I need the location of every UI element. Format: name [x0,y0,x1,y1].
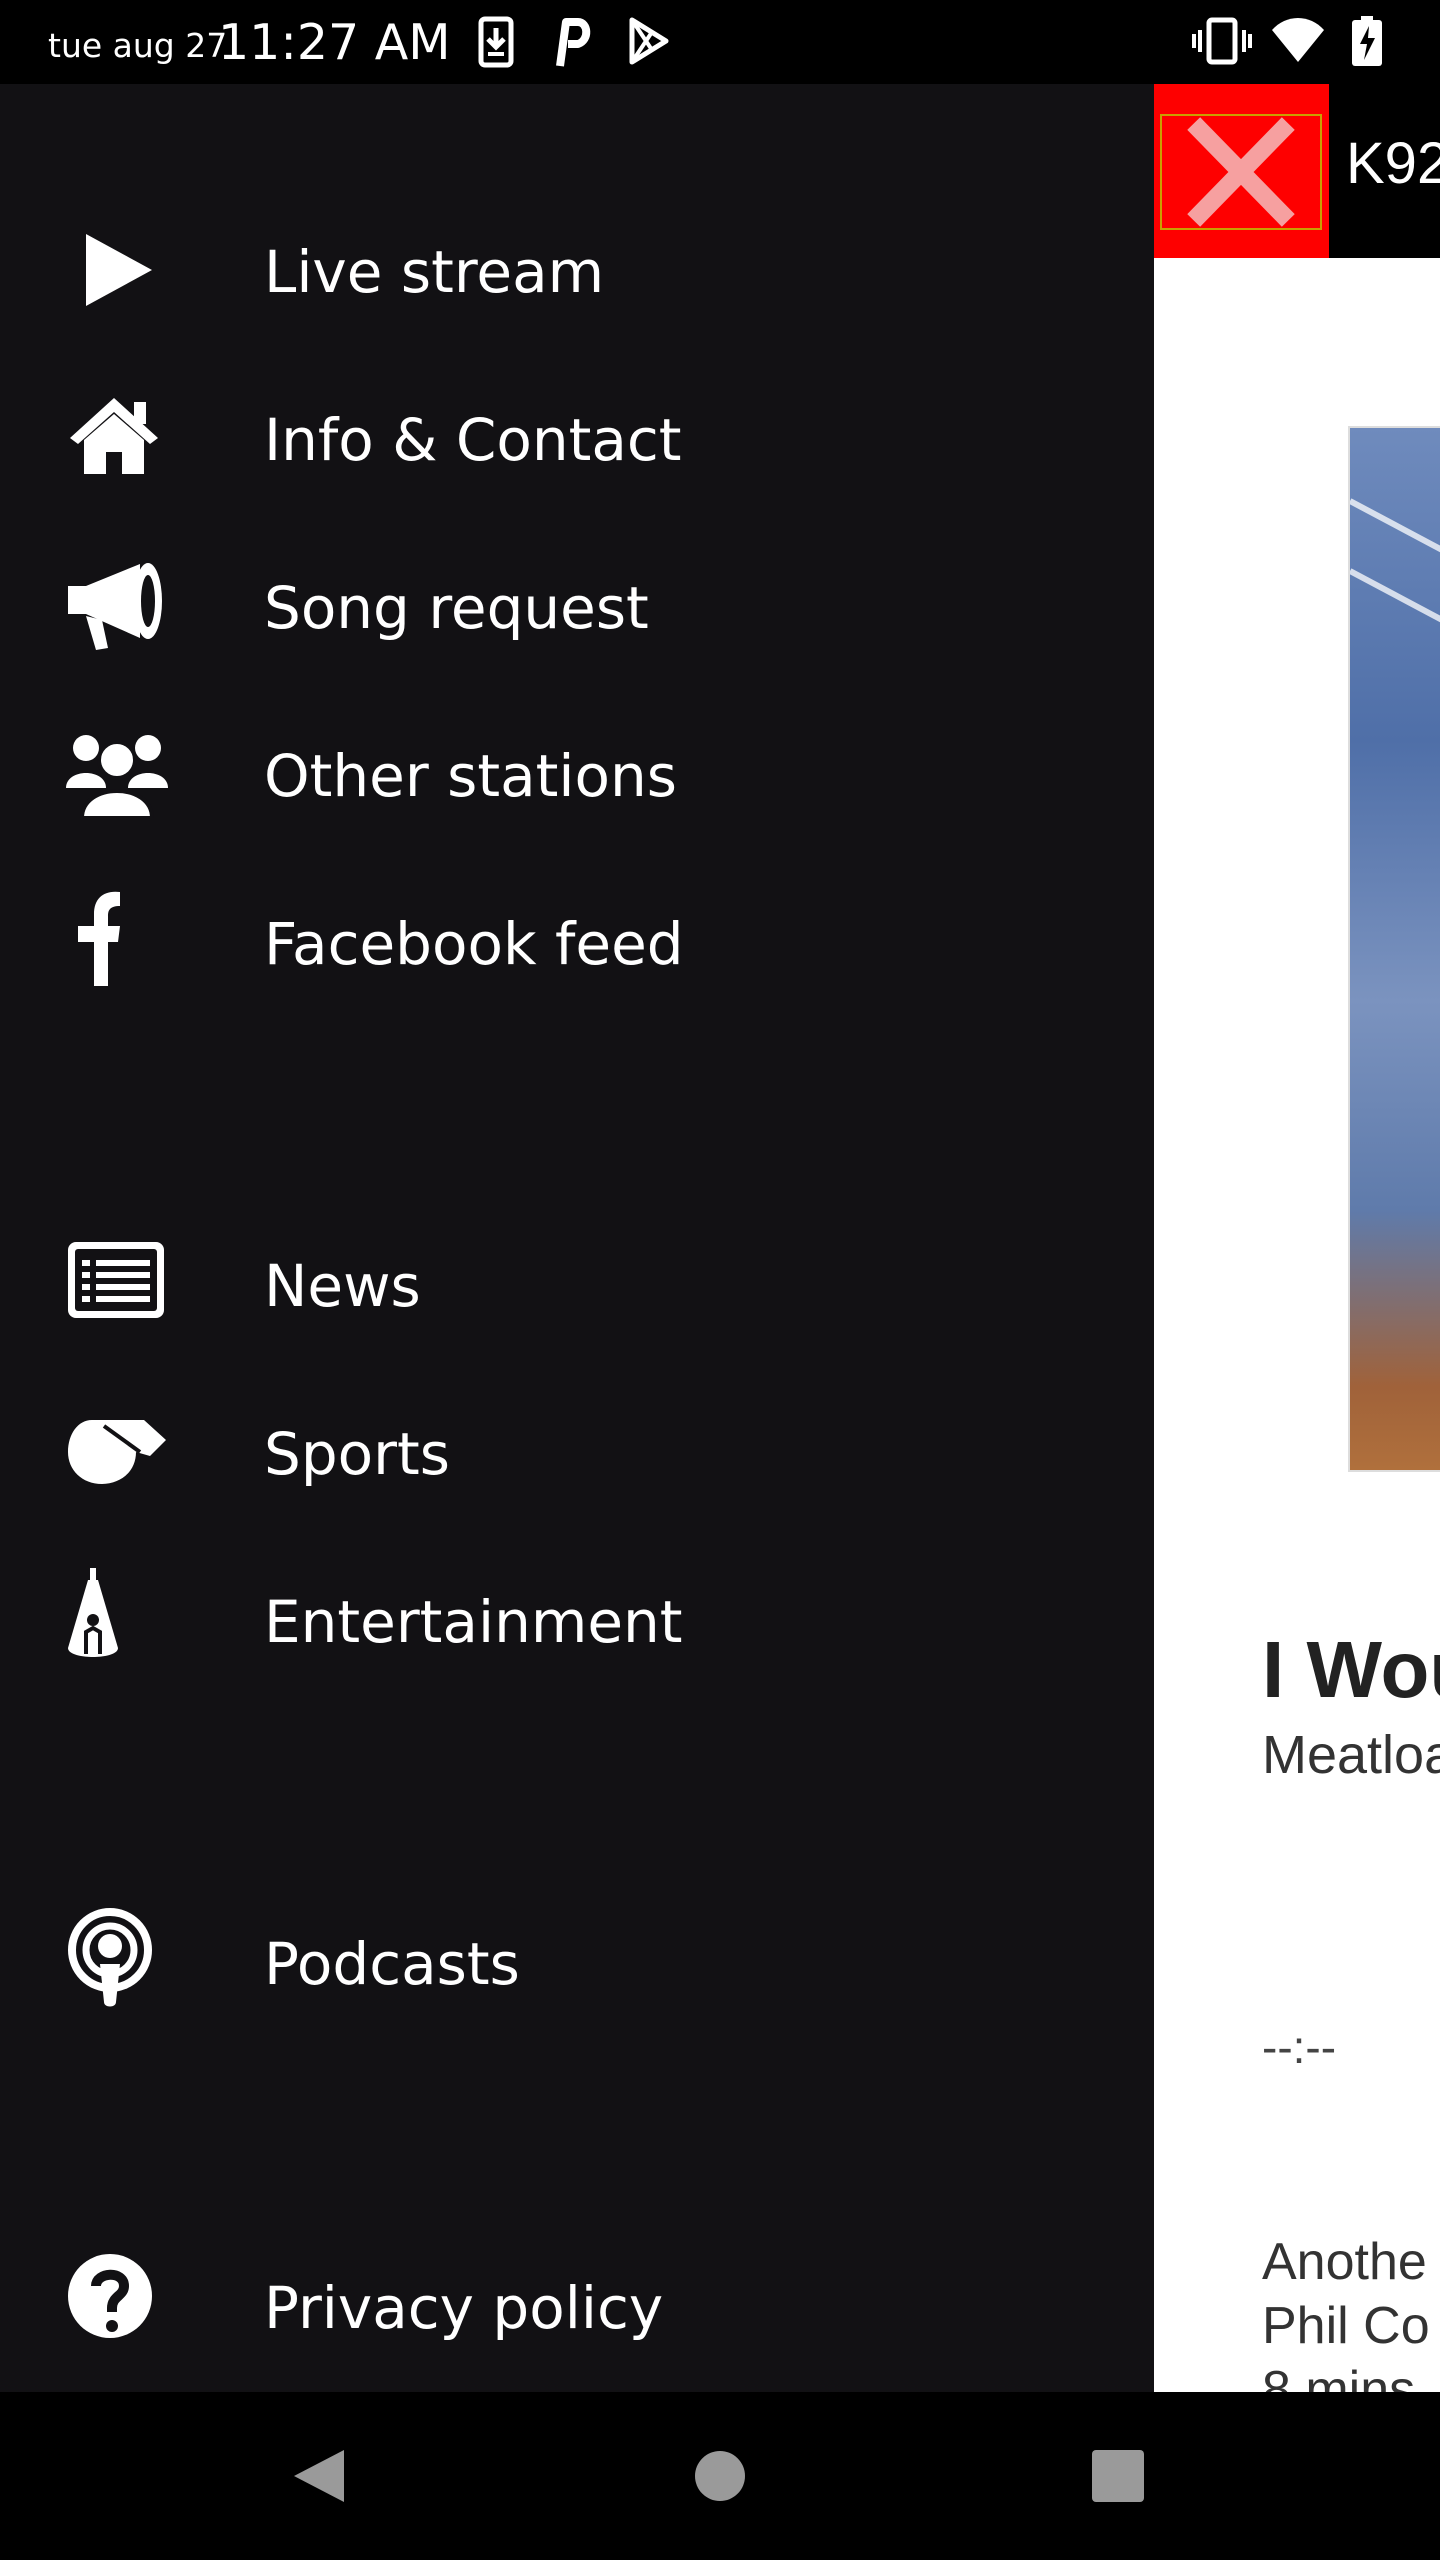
menu-item-entertainment[interactable]: Entertainment [0,1564,1154,1714]
play-icon [86,234,152,306]
menu-item-podcasts[interactable]: Podcasts [0,1906,1154,2056]
menu-item-facebook-feed[interactable]: Facebook feed [0,886,1154,1036]
song-title: I Wou [1262,1625,1440,1714]
whistle-icon [68,1420,166,1484]
status-time: 11:27 AM [218,14,451,71]
menu-item-info-contact[interactable]: Info & Contact [0,382,1154,532]
play-store-icon [629,17,669,65]
song-artist: Meatloa [1262,1725,1440,1785]
navigation-drawer: Live stream Info & Contact Song request [0,84,1154,2392]
spotlight-icon [68,1568,118,1657]
station-title: K92 [1346,131,1440,196]
menu-label-entertainment: Entertainment [264,1588,683,1656]
previous-song-time: 8 mins [1262,2361,1416,2392]
menu-item-live-stream[interactable]: Live stream [0,214,1154,364]
facebook-icon [78,891,120,986]
back-icon[interactable] [250,2392,390,2560]
question-icon [68,2254,152,2338]
menu-item-sports[interactable]: Sports [0,1396,1154,1546]
menu-label-podcasts: Podcasts [264,1930,520,1998]
home-icon [70,398,158,474]
vibrate-icon [1192,17,1252,65]
system-navigation-bar [0,2392,1440,2560]
megaphone-icon [68,563,162,650]
menu-item-other-stations[interactable]: Other stations [0,718,1154,868]
close-focus-box [1160,114,1322,230]
menu-label-other-stations: Other stations [264,742,677,810]
parking-p-icon [556,18,591,67]
menu-label-news: News [264,1252,421,1320]
previous-song-artist: Phil Co [1262,2297,1430,2355]
previous-song-title: Anothe [1262,2233,1427,2291]
album-art [1348,426,1440,1472]
menu-label-song-request: Song request [264,574,649,642]
podcast-icon [68,1908,152,2007]
menu-label-facebook-feed: Facebook feed [264,910,684,978]
menu-label-info-contact: Info & Contact [264,406,682,474]
close-button[interactable] [1154,84,1329,258]
album-art-streak [1350,498,1440,598]
download-icon [478,16,514,68]
battery-charging-icon [1352,16,1382,66]
menu-label-live-stream: Live stream [264,238,605,306]
album-art-streak [1350,568,1440,668]
progress-time: --:-- [1262,2021,1337,2073]
menu-item-news[interactable]: News [0,1228,1154,1378]
close-icon [1187,117,1295,227]
menu-label-sports: Sports [264,1420,450,1488]
wifi-icon [1272,18,1324,62]
group-icon [66,735,168,820]
menu-item-song-request[interactable]: Song request [0,550,1154,700]
menu-item-privacy-policy[interactable]: Privacy policy [0,2250,1154,2400]
status-date: tue aug 27 [48,26,228,65]
status-bar: tue aug 27 11:27 AM [0,0,1440,84]
home-circle-icon[interactable] [650,2392,790,2560]
recents-icon[interactable] [1048,2392,1188,2560]
menu-label-privacy-policy: Privacy policy [264,2274,664,2342]
newspaper-icon [68,1242,164,1318]
